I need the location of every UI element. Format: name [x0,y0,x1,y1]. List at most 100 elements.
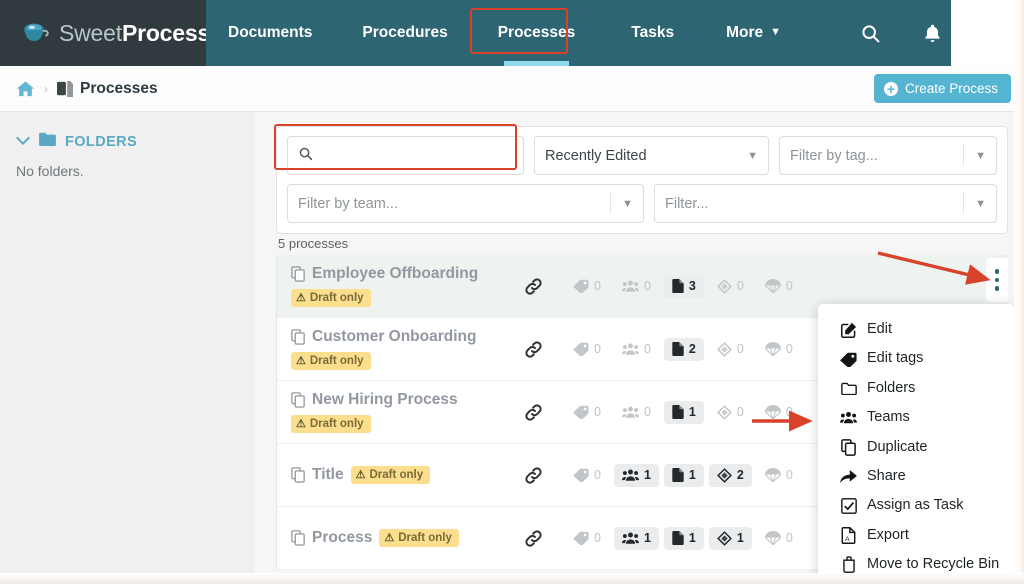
stat-value: 2 [688,342,696,356]
process-name-cell[interactable]: Process ⚠ Draft only [291,529,509,547]
nav-item-more[interactable]: More ▼ [726,0,781,66]
select-divider [963,145,965,166]
stat-value: 0 [643,279,651,293]
menu-item-duplicate[interactable]: Duplicate [818,433,1014,462]
copy-link-icon[interactable] [509,529,557,548]
stat-value: 0 [785,531,793,545]
parachute-icon [764,531,781,545]
search-input[interactable] [320,147,513,164]
home-icon[interactable] [16,80,35,98]
select-divider [963,193,965,214]
stat-document[interactable]: 1 [663,526,704,550]
kebab-dot [994,286,1000,291]
stat-value: 0 [643,405,651,419]
process-count: 5 processes [278,236,349,251]
sort-select[interactable]: Recently Edited ▼ [534,136,769,175]
folders-header[interactable]: FOLDERS [0,112,254,151]
process-name-cell[interactable]: New Hiring Process ⚠ Draft only [291,391,509,433]
nav-label: Tasks [631,24,675,41]
top-navigation-bar: SweetProcess Documents Procedures Proces… [0,0,1024,66]
menu-item-edit-tags[interactable]: Edit tags [818,344,1014,373]
filters-row-1: Recently Edited ▼ Filter by tag... ▼ [287,136,997,175]
stat-value: 0 [594,342,601,356]
generic-filter-select[interactable]: Filter... ▼ [654,184,997,223]
tag-filter-select[interactable]: Filter by tag... ▼ [779,136,997,175]
diamond-icon [716,341,732,357]
stat-teams[interactable]: 0 [614,338,659,361]
copy-link-icon[interactable] [509,340,557,359]
stat-parachute[interactable]: 0 [757,464,801,487]
stat-tag[interactable]: 0 [565,338,609,361]
stat-value: 1 [643,531,651,545]
stat-value: 3 [688,279,696,293]
stat-teams[interactable]: 1 [613,463,659,487]
kebab-menu-icon[interactable] [986,258,1008,302]
stat-parachute[interactable]: 0 [757,275,801,298]
copy-icon [291,530,305,546]
diamond-icon [716,404,732,420]
status-badge: ⚠ Draft only [291,289,371,307]
menu-item-folders[interactable]: Folders [818,374,1014,403]
pencil-square-icon [840,322,857,338]
process-name-cell[interactable]: Employee Offboarding ⚠ Draft only [291,265,509,307]
nav-item-tasks[interactable]: Tasks [631,0,674,66]
stat-diamond[interactable]: 0 [709,338,752,361]
stat-value: 2 [736,468,744,482]
chevron-down-icon[interactable] [16,133,30,151]
stat-value: 1 [643,468,651,482]
copy-icon [291,329,305,345]
nav-item-documents[interactable]: Documents [228,0,312,66]
team-filter-select[interactable]: Filter by team... ▼ [287,184,644,223]
menu-item-share[interactable]: Share [818,462,1014,491]
menu-item-edit[interactable]: Edit [818,315,1014,344]
breadcrumb-separator: › [44,81,48,96]
nav-label: More [726,24,764,41]
chevron-down-icon: ▼ [975,149,986,162]
stat-tag[interactable]: 0 [565,401,609,424]
stat-diamond[interactable]: 0 [709,275,752,298]
create-process-button[interactable]: + Create Process [873,74,1011,103]
menu-item-label: Edit [867,321,892,337]
stat-diamond[interactable]: 2 [708,463,752,487]
select-divider [610,193,612,214]
stat-document[interactable]: 3 [663,274,704,298]
stat-parachute[interactable]: 0 [757,401,801,424]
stat-tag[interactable]: 0 [565,527,609,550]
stat-document[interactable]: 1 [663,463,704,487]
page-right-edge [1014,0,1024,584]
status-badge-label: Draft only [309,417,364,430]
search-input-wrapper[interactable] [287,136,524,175]
stat-parachute[interactable]: 0 [757,527,801,550]
page-title: Processes [80,79,158,97]
stat-document[interactable]: 1 [663,400,704,424]
stat-tag[interactable]: 0 [565,464,609,487]
stat-value: 1 [736,531,744,545]
bell-icon[interactable] [913,0,951,66]
nav-item-processes[interactable]: Processes [498,0,575,66]
stat-parachute[interactable]: 0 [757,338,801,361]
copy-link-icon[interactable] [509,466,557,485]
process-name-cell[interactable]: Title ⚠ Draft only [291,466,509,484]
stat-diamond[interactable]: 1 [708,526,752,550]
menu-item-export[interactable]: A Export [818,521,1014,550]
stat-teams[interactable]: 0 [614,401,659,424]
search-icon[interactable] [851,0,889,66]
document-icon [672,468,684,482]
brand-wordmark: SweetProcess [59,20,210,47]
process-name-cell[interactable]: Customer Onboarding ⚠ Draft only [291,328,509,370]
stat-diamond[interactable]: 0 [709,401,752,424]
copy-link-icon[interactable] [509,277,557,296]
warning-icon: ⚠ [296,355,306,367]
status-badge: ⚠ Draft only [291,415,371,433]
brand-logo[interactable]: SweetProcess [0,0,210,66]
tag-icon [573,342,589,356]
filters-panel: Recently Edited ▼ Filter by tag... ▼ Fil… [276,126,1008,234]
stat-teams[interactable]: 0 [614,275,659,298]
copy-link-icon[interactable] [509,403,557,422]
menu-item-assign-as-task[interactable]: Assign as Task [818,491,1014,520]
stat-teams[interactable]: 1 [613,526,659,550]
stat-document[interactable]: 2 [663,337,704,361]
stat-tag[interactable]: 0 [565,275,609,298]
menu-item-teams[interactable]: Teams [818,403,1014,432]
nav-item-procedures[interactable]: Procedures [362,0,447,66]
